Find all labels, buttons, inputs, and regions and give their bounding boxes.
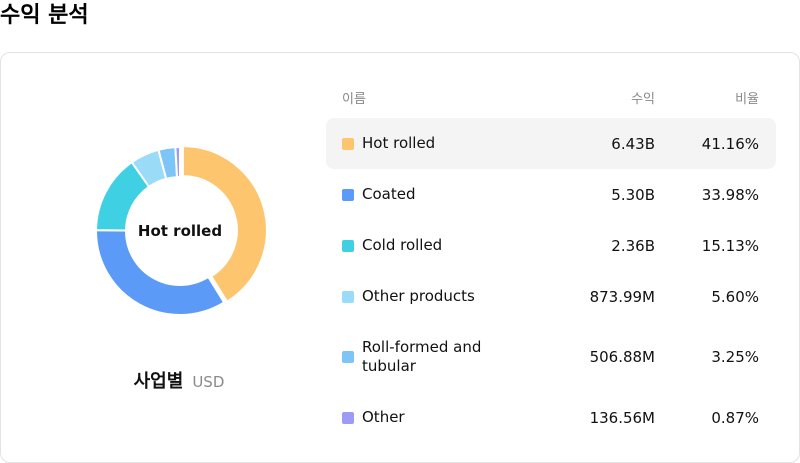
row-share: 5.60% — [711, 287, 759, 306]
donut-chart: Hot rolled — [94, 145, 266, 317]
row-name: Other — [362, 408, 405, 426]
legend-swatch — [342, 290, 354, 303]
caption-unit: USD — [192, 373, 225, 391]
header-revenue: 수익 — [631, 91, 655, 107]
legend-swatch — [342, 137, 354, 150]
row-name-cell: Other — [326, 408, 551, 427]
table-row[interactable]: Roll-formed and tubular 506.88M 3.25% — [326, 322, 776, 392]
row-revenue: 6.43B — [611, 134, 655, 153]
row-share: 41.16% — [701, 134, 759, 153]
row-revenue: 506.88M — [589, 348, 655, 366]
row-name: Other products — [362, 287, 475, 305]
row-name: Cold rolled — [362, 236, 443, 254]
donut-slice-coated[interactable] — [95, 229, 226, 316]
row-revenue: 2.36B — [611, 236, 655, 255]
row-revenue: 5.30B — [611, 185, 655, 204]
row-name-cell: Hot rolled — [326, 134, 551, 153]
table-body: Hot rolled 6.43B 41.16% Coated 5.30B 33.… — [326, 118, 776, 443]
table-row[interactable]: Coated 5.30B 33.98% — [326, 169, 776, 220]
table-row[interactable]: Other 136.56M 0.87% — [326, 392, 776, 443]
table-header: 이름 수익 비율 — [326, 83, 776, 111]
row-share: 15.13% — [701, 236, 759, 255]
row-name-cell: Other products — [326, 287, 551, 306]
revenue-table: 이름 수익 비율 Hot rolled 6.43B 41.16% Coated … — [326, 83, 776, 443]
row-share: 33.98% — [701, 185, 759, 204]
row-revenue: 873.99M — [589, 287, 655, 306]
row-name: Roll-formed and tubular — [362, 338, 482, 375]
donut-svg — [94, 145, 266, 316]
table-row[interactable]: Other products 873.99M 5.60% — [326, 271, 776, 322]
header-share: 비율 — [735, 91, 759, 107]
row-name-cell: Cold rolled — [326, 236, 551, 255]
chart-caption: 사업별 USD — [1, 367, 357, 393]
donut-slice-other[interactable] — [174, 145, 181, 179]
legend-swatch — [342, 188, 354, 201]
row-name-cell: Roll-formed and tubular — [326, 338, 551, 376]
table-row[interactable]: Cold rolled 2.36B 15.13% — [326, 220, 776, 271]
header-name: 이름 — [342, 91, 366, 107]
donut-slice-hot-rolled[interactable] — [181, 145, 266, 304]
row-name-cell: Coated — [326, 185, 551, 204]
legend-swatch — [342, 239, 354, 252]
revenue-analysis-card: Hot rolled 사업별 USD 이름 수익 비율 Hot rolled 6… — [0, 52, 800, 463]
legend-swatch — [342, 411, 354, 424]
row-revenue: 136.56M — [589, 408, 655, 427]
row-name: Coated — [362, 185, 416, 203]
row-name: Hot rolled — [362, 134, 436, 152]
table-row[interactable]: Hot rolled 6.43B 41.16% — [326, 118, 776, 169]
row-share: 0.87% — [711, 408, 759, 427]
caption-title: 사업별 — [133, 371, 184, 392]
legend-swatch — [342, 351, 354, 363]
row-share: 3.25% — [711, 348, 759, 366]
page-title: 수익 분석 — [0, 3, 89, 28]
